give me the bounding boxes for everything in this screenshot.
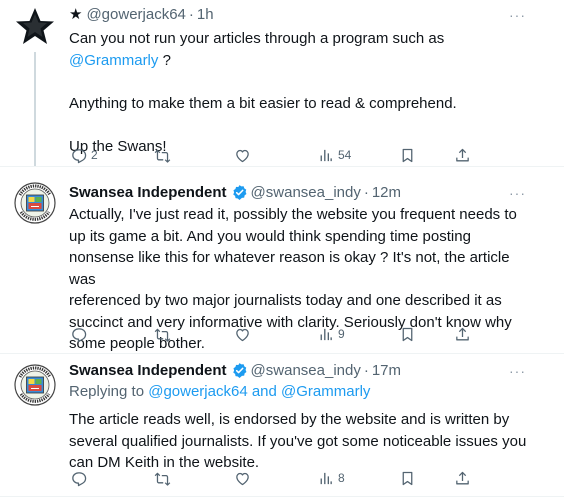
bookmark-button[interactable] [399,324,416,344]
reply-button[interactable] [70,468,87,488]
retweet-icon [154,149,171,163]
action-bar: 2 54 [62,145,482,165]
thread-line [34,52,36,166]
separator: · [188,5,194,23]
reply-icon [72,327,87,342]
tweet-line: nonsense like this for whatever reason i… [69,249,510,288]
views-icon [320,328,332,340]
tweet-time[interactable]: 12m [372,184,401,201]
tweet[interactable]: ★ @gowerjack64 · 1h ··· Can you not run … [0,0,564,166]
tweet-text: The article reads well, is endorsed by t… [69,409,539,474]
views-icon [320,149,332,161]
tweet-handle[interactable]: @swansea_indy [251,184,361,201]
retweet-button[interactable] [154,324,171,344]
tweet-handle[interactable]: @gowerjack64 [86,6,185,23]
swansea-independent-logo-icon [14,182,56,224]
more-options-button[interactable]: ··· [509,7,526,23]
tweet-header: Swansea Independent @swansea_indy · 17m [69,360,401,380]
views-button[interactable]: 9 [317,324,345,344]
heart-icon [236,328,249,341]
tweet[interactable]: Swansea Independent @swansea_indy · 17m … [0,354,564,500]
mention-link[interactable]: @Grammarly [69,52,158,69]
replying-to-label: Replying to [69,382,149,400]
bookmark-button[interactable] [399,145,416,165]
tweet-text-fragment: ? [158,51,171,69]
action-bar: 8 [62,468,482,488]
views-count: 9 [338,327,345,341]
views-count: 54 [338,148,352,162]
share-icon [456,327,469,340]
tweet-line: Actually, I've just read it, possibly th… [69,206,517,223]
tweet-line: Anything to make them a bit easier to re… [69,94,457,112]
retweet-button[interactable] [154,468,171,488]
bookmark-icon [402,471,413,485]
divider [0,496,564,497]
reply-count: 2 [91,148,98,162]
author-name[interactable]: Swansea Independent [69,184,227,201]
views-count: 8 [338,471,345,485]
replying-to: Replying to @gowerjack64 and @Grammarly [69,381,370,401]
star-icon: ★ [69,6,83,23]
tweet-time[interactable]: 17m [372,362,401,379]
share-button[interactable] [454,468,471,488]
avatar[interactable] [14,364,56,406]
replying-to-users-link[interactable]: @gowerjack64 and @Grammarly [148,383,370,400]
tweet-time[interactable]: 1h [197,6,214,23]
reply-icon [72,471,87,486]
retweet-button[interactable] [154,145,171,165]
share-button[interactable] [454,145,471,165]
tweet-line: several qualified journalists. If you've… [69,432,527,450]
retweet-icon [154,328,171,342]
tweet-handle[interactable]: @swansea_indy [251,362,361,379]
tweet-line: referenced by two major journalists toda… [69,292,502,309]
star-avatar-icon [16,8,54,44]
more-options-button[interactable]: ··· [509,363,526,379]
like-button[interactable] [234,145,251,165]
share-icon [456,148,469,161]
bookmark-icon [402,327,413,341]
tweet-text: Can you not run your articles through a … [69,28,539,157]
share-icon [456,471,469,484]
tweet-line: Can you not run your articles through a … [69,30,445,47]
share-button[interactable] [454,324,471,344]
author-name[interactable]: Swansea Independent [69,362,227,379]
verified-badge-icon [232,362,246,378]
views-button[interactable]: 54 [317,145,351,165]
retweet-icon [154,472,171,486]
separator: · [363,183,369,201]
views-icon [320,472,332,484]
reply-button[interactable]: 2 [70,145,98,165]
verified-badge-icon [232,184,246,200]
tweet-line: up its game a bit. And you would think s… [69,227,471,245]
bookmark-button[interactable] [399,468,416,488]
like-button[interactable] [234,468,251,488]
views-button[interactable]: 8 [317,468,345,488]
like-button[interactable] [234,324,251,344]
reply-icon [72,148,87,163]
swansea-independent-logo-icon [14,364,56,406]
bookmark-icon [402,148,413,162]
heart-icon [236,472,249,485]
separator: · [363,361,369,379]
avatar[interactable] [14,6,56,48]
more-options-button[interactable]: ··· [509,185,526,201]
avatar[interactable] [14,182,56,224]
reply-button[interactable] [70,324,87,344]
tweet-header: Swansea Independent @swansea_indy · 12m [69,182,401,202]
action-bar: 9 [62,324,482,344]
tweet-line: @Grammarly ? [69,50,539,72]
tweet-header: ★ @gowerjack64 · 1h [69,4,214,24]
tweet-line: The article reads well, is endorsed by t… [69,411,510,428]
tweet[interactable]: Swansea Independent @swansea_indy · 12m … [0,166,564,354]
heart-icon [236,149,249,162]
